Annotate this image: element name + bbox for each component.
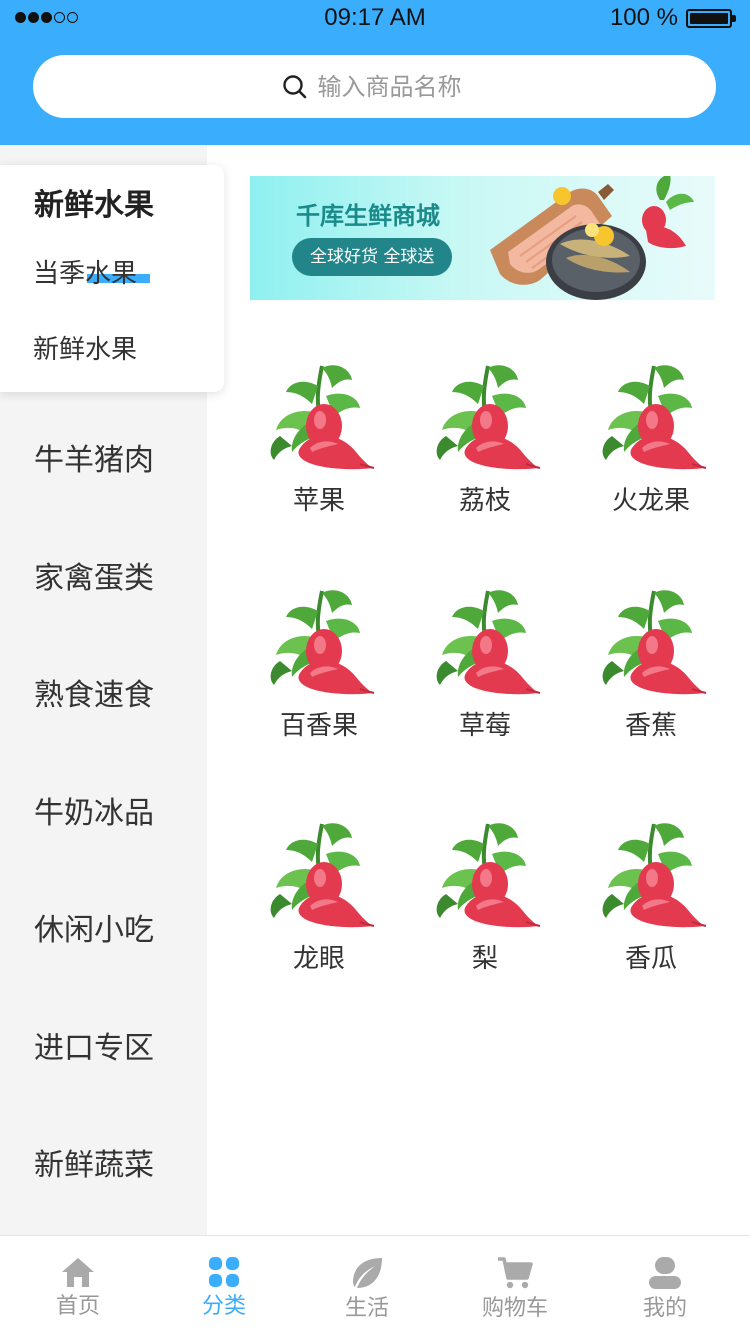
battery-percentage: 100 % (609, 4, 678, 31)
product-strawberry[interactable]: 草莓 (410, 581, 560, 742)
leaf-icon (353, 1258, 382, 1288)
user-icon (649, 1257, 681, 1289)
radish-product-image (268, 588, 376, 697)
sidebar-item-vegetables[interactable]: 新鲜蔬菜 (34, 1140, 154, 1184)
sidebar-item-snacks[interactable]: 休闲小吃 (34, 905, 154, 949)
product-melon[interactable]: 香瓜 (576, 814, 726, 975)
product-name: 苹果 (292, 486, 345, 516)
banner-tagline: 全球好货 全球送 (292, 238, 453, 276)
product-name: 香瓜 (624, 944, 677, 974)
radish-product-image (268, 363, 376, 472)
popover-item-seasonal[interactable]: 当季水果 (33, 253, 137, 290)
product-lychee[interactable]: 荔枝 (410, 356, 560, 517)
category-icon (209, 1257, 239, 1287)
category-popover: 新鲜水果 当季水果 新鲜水果 (0, 165, 224, 392)
tab-profile[interactable]: 我的 (590, 1236, 740, 1334)
search-icon (282, 74, 306, 98)
product-name: 火龙果 (611, 486, 690, 516)
home-icon (62, 1258, 94, 1287)
popover-item-fresh-fruit[interactable]: 新鲜水果 (33, 329, 137, 366)
tab-label: 我的 (642, 1296, 687, 1321)
product-pear[interactable]: 梨 (410, 814, 560, 975)
tab-label: 生活 (344, 1296, 389, 1321)
bottom-tab-bar: 首页 分类 生活 购物车 我的 (0, 1235, 750, 1334)
radish-product-image (600, 363, 708, 472)
product-name: 梨 (471, 944, 498, 974)
tab-cart[interactable]: 购物车 (440, 1236, 590, 1334)
banner-title: 千库生鲜商城 (296, 202, 440, 230)
product-passion-fruit[interactable]: 百香果 (244, 581, 394, 742)
product-apple[interactable]: 苹果 (244, 356, 394, 517)
product-name: 荔枝 (458, 486, 511, 516)
radish-product-image (434, 363, 542, 472)
product-dragon-fruit[interactable]: 火龙果 (576, 356, 726, 517)
sidebar-item-dairy-frozen[interactable]: 牛奶冰品 (34, 788, 154, 832)
sidebar-item-meat[interactable]: 牛羊猪肉 (34, 435, 154, 479)
radish-product-image (600, 588, 708, 697)
search-bar[interactable] (33, 55, 716, 118)
product-name: 百香果 (279, 711, 358, 741)
app-header: 09:17 AM 100 % (0, 0, 750, 145)
promo-banner[interactable]: 千库生鲜商城 全球好货 全球送 (250, 176, 715, 300)
radish-product-image (268, 821, 376, 930)
tab-label: 购物车 (481, 1296, 548, 1321)
cart-icon (498, 1257, 533, 1289)
radish-product-image (434, 588, 542, 697)
battery-icon (686, 9, 736, 28)
tab-label: 分类 (201, 1294, 246, 1319)
sidebar-item-poultry-eggs[interactable]: 家禽蛋类 (34, 553, 154, 597)
product-name: 龙眼 (292, 944, 345, 974)
status-bar: 09:17 AM 100 % (0, 0, 750, 36)
tab-life[interactable]: 生活 (292, 1236, 442, 1334)
product-name: 草莓 (458, 711, 511, 741)
search-input[interactable] (317, 72, 468, 101)
tab-label: 首页 (55, 1294, 100, 1319)
popover-title: 新鲜水果 (34, 188, 154, 223)
sidebar-item-imports[interactable]: 进口专区 (34, 1023, 154, 1067)
product-longan[interactable]: 龙眼 (244, 814, 394, 975)
tab-home[interactable]: 首页 (3, 1236, 153, 1334)
sidebar-item-deli[interactable]: 熟食速食 (34, 670, 154, 714)
radish-product-image (434, 821, 542, 930)
seafood-illustration (490, 176, 694, 300)
product-name: 香蕉 (624, 711, 677, 741)
tab-category[interactable]: 分类 (149, 1236, 299, 1334)
radish-product-image (600, 821, 708, 930)
product-banana[interactable]: 香蕉 (576, 581, 726, 742)
